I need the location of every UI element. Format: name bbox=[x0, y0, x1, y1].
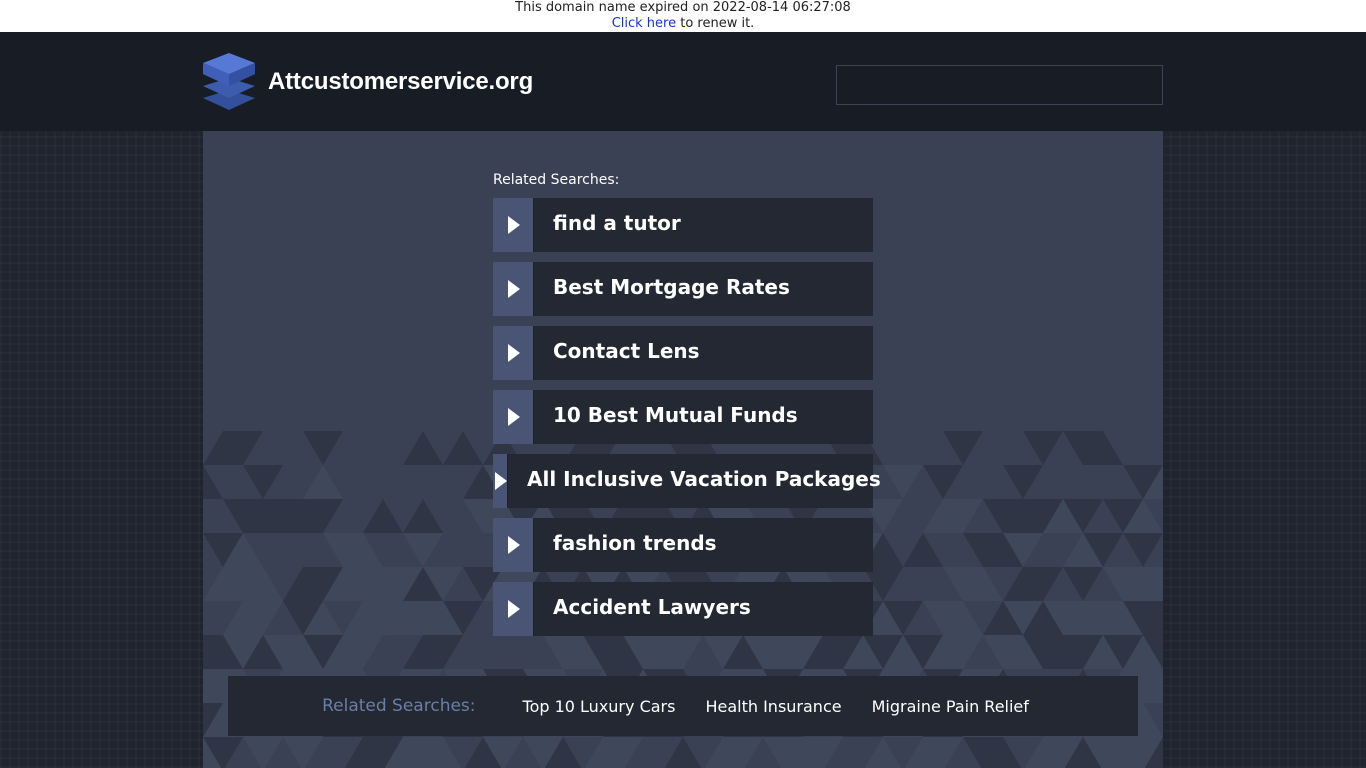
bottom-related-link[interactable]: Top 10 Luxury Cars bbox=[523, 697, 676, 716]
search-result-item[interactable]: Accident Lawyers bbox=[493, 582, 873, 636]
search-result-item[interactable]: All Inclusive Vacation Packages bbox=[493, 454, 881, 508]
play-arrow-icon bbox=[493, 262, 534, 316]
search-result-label: find a tutor bbox=[553, 211, 681, 235]
related-searches-title: Related Searches: bbox=[493, 172, 620, 188]
search-result-label: All Inclusive Vacation Packages bbox=[527, 467, 881, 491]
search-result-item[interactable]: find a tutor bbox=[493, 198, 873, 252]
search-result-label: Contact Lens bbox=[553, 339, 700, 363]
renew-line: Click here to renew it. bbox=[0, 16, 1366, 32]
play-arrow-icon bbox=[493, 518, 534, 572]
expiry-message: This domain name expired on 2022-08-14 0… bbox=[515, 0, 851, 15]
expiry-notice: This domain name expired on 2022-08-14 0… bbox=[0, 0, 1366, 32]
play-arrow-icon bbox=[493, 326, 534, 380]
bottom-related-title: Related Searches: bbox=[322, 696, 476, 716]
search-result-label: Best Mortgage Rates bbox=[553, 275, 790, 299]
search-result-item[interactable]: Best Mortgage Rates bbox=[493, 262, 873, 316]
bottom-related-searches: Related Searches: Top 10 Luxury Cars Hea… bbox=[228, 676, 1138, 736]
play-arrow-icon bbox=[493, 454, 508, 508]
search-result-item[interactable]: Contact Lens bbox=[493, 326, 873, 380]
related-searches-list: find a tutor Best Mortgage Rates Contact… bbox=[493, 198, 881, 646]
play-arrow-icon bbox=[493, 198, 534, 252]
search-result-item[interactable]: 10 Best Mutual Funds bbox=[493, 390, 873, 444]
renew-link[interactable]: Click here bbox=[612, 16, 676, 31]
site-header: Attcustomerservice.org bbox=[0, 32, 1366, 131]
search-input[interactable] bbox=[836, 65, 1163, 105]
search-result-label: Accident Lawyers bbox=[553, 595, 751, 619]
site-name[interactable]: Attcustomerservice.org bbox=[268, 68, 533, 96]
search-result-label: fashion trends bbox=[553, 531, 717, 555]
bottom-related-link[interactable]: Migraine Pain Relief bbox=[872, 697, 1029, 716]
bottom-related-link[interactable]: Health Insurance bbox=[705, 697, 841, 716]
main-panel: Related Searches: find a tutor Best Mort… bbox=[203, 131, 1163, 768]
search-result-label: 10 Best Mutual Funds bbox=[553, 403, 798, 427]
renew-suffix: to renew it. bbox=[676, 16, 755, 31]
stacked-layers-icon bbox=[203, 53, 255, 110]
play-arrow-icon bbox=[493, 582, 534, 636]
search-result-item[interactable]: fashion trends bbox=[493, 518, 873, 572]
play-arrow-icon bbox=[493, 390, 534, 444]
